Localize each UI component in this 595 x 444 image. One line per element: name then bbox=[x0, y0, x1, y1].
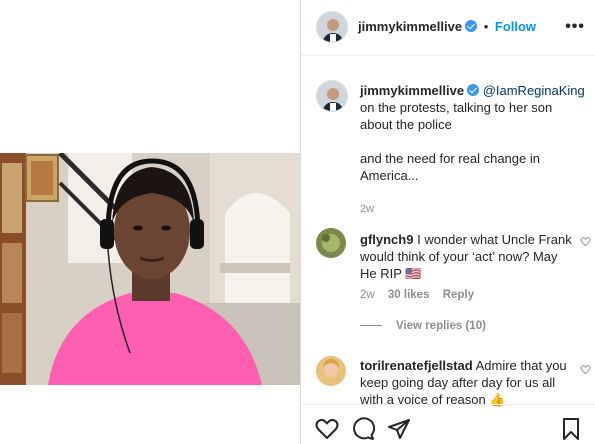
comment-avatar[interactable] bbox=[316, 356, 346, 386]
verified-badge-icon bbox=[467, 84, 480, 96]
caption-first-paragraph: jimmykimmellive @IamReginaKing on the pr… bbox=[360, 82, 585, 133]
caption-username[interactable]: jimmykimmellive bbox=[360, 83, 464, 98]
view-replies-button[interactable]: View replies (10) bbox=[360, 320, 486, 332]
comment-avatar[interactable] bbox=[316, 228, 346, 258]
caption-mention-link[interactable]: @IamReginaKing bbox=[483, 83, 585, 98]
caption-text-1: on the protests, talking to her son abou… bbox=[360, 100, 553, 132]
caption-text-2: and the need for real change in America.… bbox=[360, 151, 540, 183]
more-options-icon[interactable]: ••• bbox=[565, 18, 585, 36]
comment-username[interactable]: torilrenatefjellstad bbox=[360, 358, 473, 373]
follow-button[interactable]: Follow bbox=[495, 19, 536, 34]
post-media bbox=[0, 0, 300, 444]
comment-timestamp[interactable]: 2w bbox=[360, 289, 375, 301]
comment-meta: 2w 30 likes Reply bbox=[360, 289, 484, 301]
replies-line-divider bbox=[360, 325, 382, 327]
view-replies-label: View replies (10) bbox=[396, 320, 486, 332]
post-header: jimmykimmellive • Follow ••• bbox=[301, 0, 595, 56]
heart-icon[interactable] bbox=[315, 417, 339, 441]
avatar[interactable] bbox=[316, 11, 348, 43]
separator-dot: • bbox=[483, 19, 489, 34]
caption-timestamp[interactable]: 2w bbox=[360, 201, 585, 218]
comment-username[interactable]: gflynch9 bbox=[360, 232, 413, 247]
caption-avatar-image bbox=[317, 81, 347, 111]
caption-avatar[interactable] bbox=[316, 80, 348, 112]
avatar-image bbox=[317, 12, 347, 42]
bookmark-icon[interactable] bbox=[559, 417, 583, 441]
comment-like-heart-icon[interactable] bbox=[580, 236, 591, 247]
comment-likes-count[interactable]: 30 likes bbox=[388, 289, 430, 301]
post-caption: jimmykimmellive @IamReginaKing on the pr… bbox=[360, 82, 585, 218]
comment-avatar-image bbox=[316, 228, 346, 258]
post-details-panel: jimmykimmellive • Follow ••• jimmykimmel… bbox=[301, 0, 595, 444]
video-still-image bbox=[0, 153, 300, 385]
comment-icon[interactable] bbox=[351, 417, 375, 441]
comment-reply-button[interactable]: Reply bbox=[443, 289, 474, 301]
header-line: jimmykimmellive • Follow bbox=[358, 19, 536, 34]
comment-avatar-image bbox=[316, 356, 346, 386]
header-username[interactable]: jimmykimmellive bbox=[358, 19, 462, 34]
comment-body: gflynch9 I wonder what Uncle Frank would… bbox=[360, 231, 572, 282]
post-action-bar bbox=[301, 404, 595, 444]
video-frame[interactable] bbox=[0, 153, 300, 385]
send-icon[interactable] bbox=[387, 417, 411, 441]
comment-body: torilrenatefjellstad Admire that you kee… bbox=[360, 357, 572, 408]
verified-badge-icon bbox=[465, 20, 478, 32]
comment-like-heart-icon[interactable] bbox=[580, 364, 591, 375]
